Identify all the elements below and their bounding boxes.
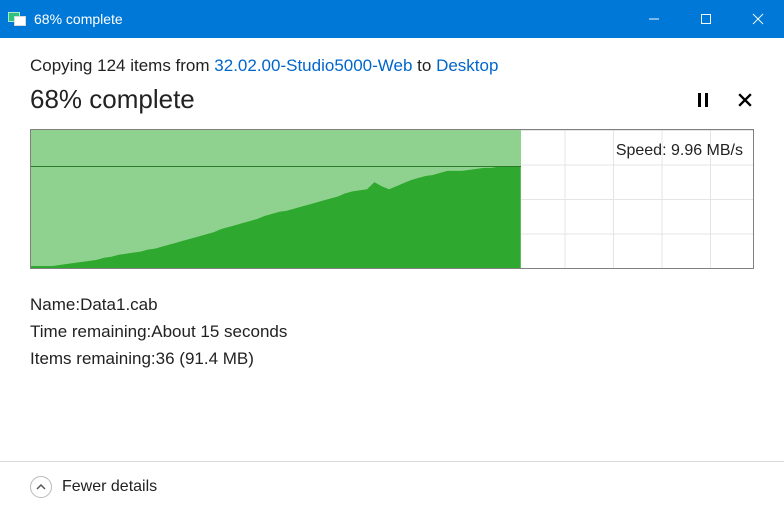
speed-readout: Speed: 9.96 MB/s [616, 142, 743, 160]
items-remaining-value: 36 (91.4 MB) [156, 349, 254, 368]
chart-area [31, 130, 521, 268]
maximize-icon [700, 13, 712, 25]
cancel-icon [738, 93, 752, 107]
copy-summary: Copying 124 items from 32.02.00-Studio50… [30, 56, 754, 76]
title-bar: 68% complete [0, 0, 784, 38]
minimize-button[interactable] [628, 0, 680, 38]
summary-items-word: items from [125, 56, 214, 75]
items-remaining-label: Items remaining: [30, 345, 156, 372]
source-link[interactable]: 32.02.00-Studio5000-Web [214, 56, 412, 75]
name-value: Data1.cab [80, 295, 158, 314]
copy-dialog-icon [8, 12, 26, 26]
speed-label-text: Speed: [616, 142, 671, 159]
minimize-icon [648, 13, 660, 25]
chart-average-line [31, 166, 521, 167]
cancel-button[interactable] [736, 91, 754, 109]
fewer-details-label: Fewer details [62, 478, 157, 496]
percent-headline: 68% complete [30, 84, 694, 115]
time-remaining-value: About 15 seconds [151, 322, 287, 341]
chevron-up-icon [36, 482, 46, 492]
pause-icon [698, 93, 708, 107]
title-bar-left: 68% complete [0, 0, 628, 38]
dest-link[interactable]: Desktop [436, 56, 498, 75]
summary-count: 124 [97, 56, 125, 75]
name-label: Name: [30, 291, 80, 318]
pause-button[interactable] [694, 91, 712, 109]
fewer-details-button[interactable] [30, 476, 52, 498]
close-icon [752, 13, 764, 25]
speed-value: 9.96 MB/s [671, 142, 743, 159]
close-button[interactable] [732, 0, 784, 38]
window-title: 68% complete [34, 11, 123, 27]
summary-prefix: Copying [30, 56, 97, 75]
details-block: Name: Data1.cab Time remaining: About 15… [30, 291, 754, 373]
throughput-chart: Speed: 9.96 MB/s [30, 129, 754, 269]
maximize-button[interactable] [680, 0, 732, 38]
summary-to-word: to [412, 56, 436, 75]
time-remaining-label: Time remaining: [30, 318, 151, 345]
